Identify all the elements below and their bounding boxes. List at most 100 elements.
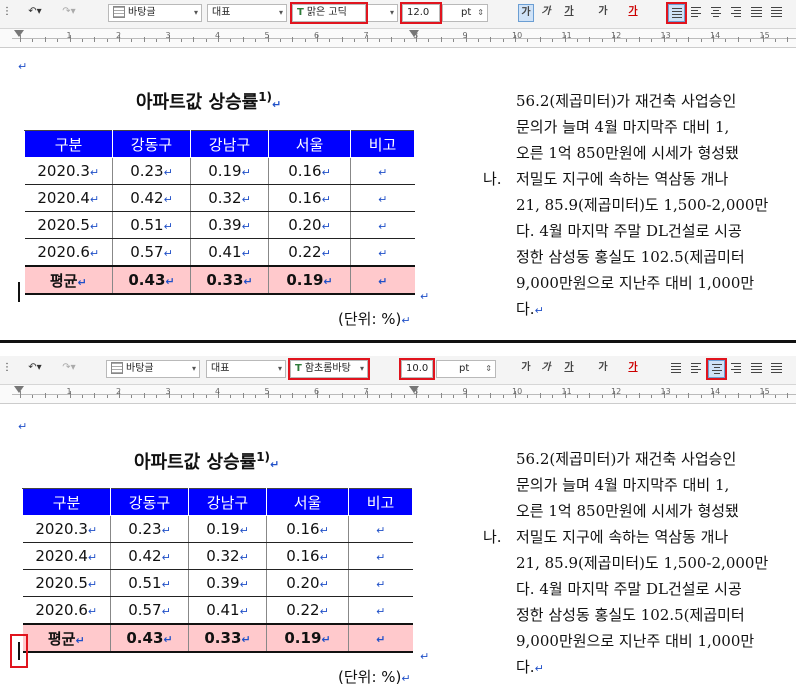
table-cell[interactable]: 0.43↵ — [112, 265, 191, 295]
apartment-price-table[interactable]: 구분 강동구 강남구 서울 비고 2020.3↵ 0.23↵ 0.19↵ 0.1… — [24, 130, 415, 295]
italic-button[interactable]: 가 — [538, 360, 554, 378]
bold-button[interactable]: 가 — [518, 360, 534, 378]
table-cell[interactable]: 0.41↵ — [190, 238, 269, 267]
table-cell[interactable]: 0.20↵ — [268, 211, 351, 239]
strikethrough-button[interactable]: 가 — [592, 360, 614, 378]
table-cell[interactable]: 0.43↵ — [110, 623, 189, 653]
table-cell[interactable]: ↵ — [350, 265, 415, 295]
horizontal-ruler[interactable]: 1 2 3 4 5 6 7 8 9 10 11 12 13 14 15 — [0, 29, 796, 48]
table-cell[interactable]: 2020.5↵ — [22, 569, 111, 597]
table-cell[interactable]: 0.16↵ — [268, 157, 351, 185]
table-cell[interactable]: 2020.6↵ — [22, 596, 111, 625]
table-cell[interactable]: 0.23↵ — [112, 157, 191, 185]
document-title[interactable]: 아파트값 상승률1)↵ — [136, 88, 326, 114]
body-paragraph[interactable]: 56.2(제곱미터)가 재건축 사업승인 문의가 늘며 4월 마지막주 대비 1… — [483, 446, 796, 680]
table-cell[interactable]: ↵ — [348, 542, 413, 570]
table-cell[interactable]: 0.57↵ — [110, 596, 189, 625]
table-cell[interactable]: 0.39↵ — [190, 211, 269, 239]
table-cell[interactable]: 0.23↵ — [110, 515, 189, 543]
header-cell[interactable]: 강동구 — [110, 488, 189, 516]
table-cell[interactable]: 0.22↵ — [268, 238, 351, 267]
align-left-button[interactable] — [688, 360, 705, 378]
align-justify-button[interactable] — [666, 2, 687, 24]
align-distribute-button[interactable] — [748, 4, 765, 22]
table-cell[interactable]: 0.33↵ — [190, 265, 269, 295]
align-distribute-button[interactable] — [748, 360, 765, 378]
header-cell[interactable]: 구분 — [22, 488, 111, 516]
font-select[interactable]: T 함초롬바탕 ▾ — [288, 358, 370, 380]
font-select[interactable]: T 맑은 고딕 — [290, 2, 368, 24]
table-cell[interactable]: 0.19↵ — [268, 265, 351, 295]
size-unit-select[interactable]: pt ⇕ — [442, 4, 488, 22]
table-cell[interactable]: ↵ — [350, 211, 415, 239]
table-cell[interactable]: 2020.3↵ — [24, 157, 113, 185]
table-cell[interactable]: 0.16↵ — [266, 542, 349, 570]
table-cell[interactable]: ↵ — [348, 623, 413, 653]
table-cell[interactable]: 0.19↵ — [190, 157, 269, 185]
align-center-button[interactable] — [706, 358, 727, 380]
align-split-button[interactable] — [768, 360, 785, 378]
right-margin-marker-icon[interactable] — [409, 30, 419, 37]
table-cell[interactable]: 0.42↵ — [110, 542, 189, 570]
table-cell[interactable]: ↵ — [350, 184, 415, 212]
table-cell[interactable]: 0.51↵ — [110, 569, 189, 597]
header-cell[interactable]: 강남구 — [190, 130, 269, 158]
table-cell[interactable]: 0.16↵ — [266, 515, 349, 543]
header-cell[interactable]: 강동구 — [112, 130, 191, 158]
header-cell[interactable]: 서울 — [266, 488, 349, 516]
header-cell[interactable]: 구분 — [24, 130, 113, 158]
header-cell[interactable]: 비고 — [350, 130, 415, 158]
unit-note[interactable]: (단위: %)↵ — [338, 308, 411, 329]
horizontal-ruler[interactable]: 1 2 3 4 5 6 7 8 9 10 11 12 13 14 15 — [0, 385, 796, 404]
table-cell[interactable]: 0.33↵ — [188, 623, 267, 653]
header-cell[interactable]: 서울 — [268, 130, 351, 158]
undo-button[interactable]: ↶▾ — [24, 360, 46, 378]
redo-button[interactable]: ↷▾ — [58, 4, 80, 22]
style-select[interactable]: 바탕글 ▾ — [106, 360, 200, 378]
underline-button[interactable]: 가 — [558, 4, 580, 22]
table-cell[interactable]: 0.20↵ — [266, 569, 349, 597]
bold-button[interactable]: 가 — [518, 4, 534, 22]
strikethrough-button[interactable]: 가 — [592, 4, 614, 22]
table-cell[interactable]: 0.32↵ — [188, 542, 267, 570]
table-cell[interactable]: 0.19↵ — [188, 515, 267, 543]
table-cell[interactable]: ↵ — [348, 515, 413, 543]
redo-button[interactable]: ↷▾ — [58, 360, 80, 378]
align-justify-button[interactable] — [668, 360, 685, 378]
table-cell[interactable]: 평균↵ — [22, 623, 111, 653]
language-select[interactable]: 대표 ▾ — [206, 360, 286, 378]
table-cell[interactable]: 0.57↵ — [112, 238, 191, 267]
table-cell[interactable]: 0.22↵ — [266, 596, 349, 625]
table-cell[interactable]: ↵ — [350, 238, 415, 267]
indent-marker-icon[interactable] — [14, 386, 24, 393]
font-size-input[interactable]: 10.0 — [399, 358, 435, 380]
body-paragraph[interactable]: 56.2(제곱미터)가 재건축 사업승인 문의가 늘며 4월 마지막주 대비 1… — [483, 88, 796, 322]
table-cell[interactable]: 2020.5↵ — [24, 211, 113, 239]
table-cell[interactable]: ↵ — [350, 157, 415, 185]
size-unit-select[interactable]: pt ⇕ — [436, 360, 496, 378]
italic-button[interactable]: 가 — [538, 4, 554, 22]
table-cell[interactable]: 2020.4↵ — [24, 184, 113, 212]
indent-marker-icon[interactable] — [14, 30, 24, 37]
header-cell[interactable]: 비고 — [348, 488, 413, 516]
table-cell[interactable]: 0.19↵ — [266, 623, 349, 653]
table-cell[interactable]: ↵ — [348, 569, 413, 597]
table-cell[interactable]: 2020.3↵ — [22, 515, 111, 543]
font-size-input[interactable]: 12.0 — [400, 2, 442, 24]
align-split-button[interactable] — [768, 4, 785, 22]
unit-note[interactable]: (단위: %)↵ — [338, 666, 411, 687]
table-cell[interactable]: 0.39↵ — [188, 569, 267, 597]
undo-button[interactable]: ↶▾ — [24, 4, 46, 22]
table-cell[interactable]: 2020.6↵ — [24, 238, 113, 267]
table-cell[interactable]: ↵ — [348, 596, 413, 625]
language-select[interactable]: 대표 ▾ — [207, 4, 287, 22]
underline-button[interactable]: 가 — [558, 360, 580, 378]
table-cell[interactable]: 0.51↵ — [112, 211, 191, 239]
header-cell[interactable]: 강남구 — [188, 488, 267, 516]
right-margin-marker-icon[interactable] — [409, 386, 419, 393]
table-cell[interactable]: 0.42↵ — [112, 184, 191, 212]
style-select[interactable]: 바탕글 ▾ — [108, 4, 202, 22]
table-cell[interactable]: 0.16↵ — [268, 184, 351, 212]
table-cell[interactable]: 평균↵ — [24, 265, 113, 295]
align-right-button[interactable] — [728, 360, 745, 378]
